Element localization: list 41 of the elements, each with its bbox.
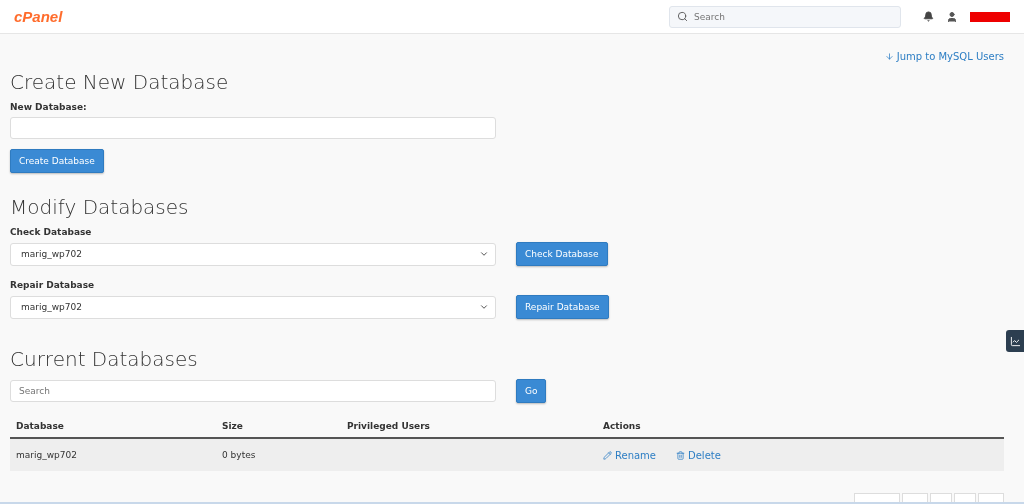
chevron-icon (479, 302, 489, 312)
pencil-icon (603, 450, 612, 460)
trash-icon (676, 450, 685, 460)
database-action-button[interactable]: Check Database (516, 242, 608, 266)
cpanel-logo[interactable]: cPanel (14, 8, 63, 25)
user-icon[interactable] (946, 10, 958, 23)
column-header: Actions (603, 421, 642, 431)
jump-link[interactable]: Jump to MySQL Users (884, 51, 1004, 62)
go-button[interactable]: Go (516, 379, 547, 403)
table-cell-text: marig_wp702 (16, 450, 78, 460)
pager-button[interactable] (954, 493, 976, 502)
field-label: New Database: (10, 102, 88, 112)
bell-icon[interactable] (923, 11, 934, 22)
column-header: Size (222, 421, 244, 431)
section-title: Modify Databases (10, 195, 190, 219)
pager-button[interactable] (978, 493, 1004, 502)
column-header: Privileged Users (347, 421, 431, 431)
field-label: Check Database (10, 227, 93, 237)
arrow-down-icon (884, 52, 894, 61)
rename-link[interactable]: Rename (603, 449, 656, 461)
pager-button[interactable] (902, 493, 928, 502)
create-database-button[interactable]: Create Database (10, 149, 104, 173)
search-icon (677, 10, 688, 22)
new-database-field[interactable] (10, 117, 496, 139)
chevron-icon (479, 249, 489, 259)
redaction-mark (970, 11, 1010, 22)
pager-button[interactable] (930, 493, 952, 502)
search-field[interactable]: Search (669, 5, 901, 28)
table-cell-text: 0 bytes (222, 450, 257, 460)
delete-link[interactable]: Delete (676, 449, 721, 461)
database-select[interactable]: marig_wp702 (10, 242, 496, 266)
section-title: Create New Database (10, 70, 230, 94)
chart-side-tab[interactable] (1006, 330, 1024, 352)
search-field[interactable]: Search (10, 380, 496, 402)
column-header: Database (16, 421, 65, 431)
page-size-field[interactable] (854, 493, 900, 502)
chart-icon (1009, 335, 1021, 347)
field-label: Repair Database (10, 280, 96, 290)
database-select[interactable]: marig_wp702 (10, 295, 496, 319)
database-action-button[interactable]: Repair Database (516, 295, 609, 319)
section-title: Current Databases (10, 347, 199, 371)
